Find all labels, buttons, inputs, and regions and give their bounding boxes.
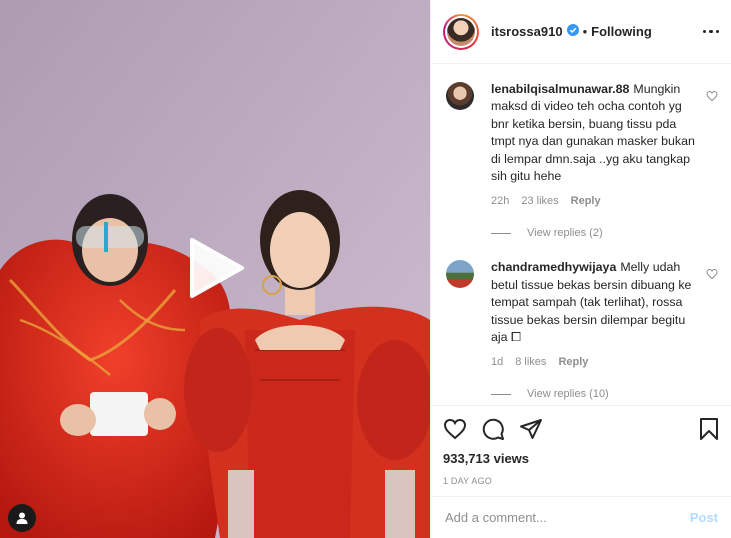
comment-username[interactable]: lenabilqisalmunawar.88: [491, 82, 629, 96]
comment-meta: 1d 8 likes Reply: [491, 356, 696, 368]
like-heart-icon[interactable]: [443, 417, 467, 441]
view-replies-button[interactable]: View replies (10): [431, 388, 731, 400]
commenter-avatar[interactable]: [446, 260, 474, 289]
save-bookmark-icon[interactable]: [698, 417, 720, 441]
add-comment-input[interactable]: [445, 510, 690, 525]
tagged-user-icon[interactable]: [8, 504, 36, 532]
action-icons-row: [443, 414, 720, 444]
reply-button[interactable]: Reply: [571, 195, 601, 207]
following-button[interactable]: Following: [591, 24, 652, 39]
comment-likes[interactable]: 8 likes: [515, 356, 546, 368]
video-player[interactable]: [0, 0, 430, 538]
view-replies-button[interactable]: View replies (2): [431, 227, 731, 239]
like-comment-heart-icon[interactable]: [706, 267, 718, 285]
comment-body: chandramedhywijaya Melly udah betul tissu…: [491, 259, 696, 346]
post-comment-button[interactable]: Post: [690, 510, 718, 525]
play-icon[interactable]: [186, 236, 246, 300]
comment-composer: Post: [431, 496, 731, 538]
more-horizontal-icon[interactable]: [702, 29, 719, 34]
reply-button[interactable]: Reply: [558, 356, 588, 368]
share-paper-plane-icon[interactable]: [519, 417, 543, 441]
comment-time[interactable]: 1d: [491, 356, 503, 368]
author-username[interactable]: itsrossa910: [491, 24, 563, 39]
commenter-avatar[interactable]: [446, 82, 474, 110]
post-timestamp[interactable]: 1 DAY AGO: [443, 476, 720, 486]
like-comment-heart-icon[interactable]: [706, 89, 718, 107]
comment-text: Mungkin maksd di video teh ocha contoh y…: [491, 82, 695, 184]
comment-item: chandramedhywijaya Melly udah betul tissu…: [431, 239, 731, 368]
comment-likes[interactable]: 23 likes: [521, 195, 558, 207]
comment-username[interactable]: chandramedhywijaya: [491, 260, 616, 274]
view-replies-label: View replies (10): [527, 388, 609, 401]
comments-list[interactable]: lenabilqisalmunawar.88 Mungkin maksd di v…: [431, 65, 731, 405]
post-actions: 933,713 views 1 DAY AGO: [431, 405, 731, 486]
post-header: itsrossa910 • Following: [431, 0, 731, 64]
comment-item: lenabilqisalmunawar.88 Mungkin maksd di v…: [431, 65, 731, 207]
post-panel: itsrossa910 • Following lenabilqisalmuna…: [430, 0, 731, 538]
comment-bubble-icon[interactable]: [481, 417, 505, 441]
view-count[interactable]: 933,713 views: [443, 451, 720, 466]
comment-meta: 22h 23 likes Reply: [491, 195, 696, 207]
author-avatar[interactable]: [443, 13, 479, 50]
separator-dot: •: [582, 24, 588, 39]
comment-time[interactable]: 22h: [491, 195, 509, 207]
comment-body: lenabilqisalmunawar.88 Mungkin maksd di v…: [491, 81, 696, 185]
view-replies-label: View replies (2): [527, 227, 603, 240]
verified-badge-icon: [566, 23, 579, 41]
